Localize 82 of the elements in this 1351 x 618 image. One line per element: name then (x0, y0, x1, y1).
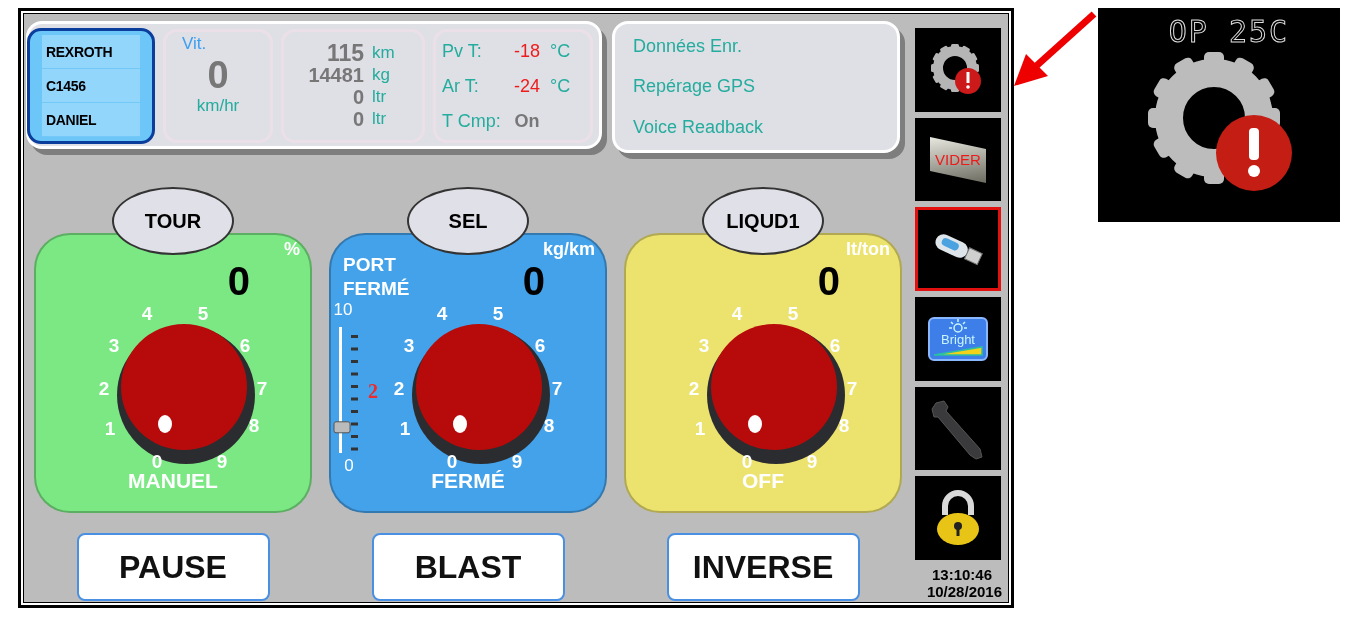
operator-field[interactable]: DANIEL (42, 103, 140, 137)
scale-number: 7 (846, 378, 858, 399)
scale-number: 7 (256, 378, 268, 399)
mode-label: FERMÉ (431, 469, 505, 493)
unit-label: kg/km (542, 239, 595, 260)
side-button[interactable] (915, 28, 1001, 112)
unit-label: lt/ton (846, 239, 890, 260)
dial-value: 0 (522, 260, 545, 302)
dial-title: TOUR (112, 187, 234, 255)
mode-label: MANUEL (128, 469, 218, 493)
action-button[interactable]: BLAST (371, 533, 565, 601)
total-value: 0 (351, 86, 364, 108)
scale-number: 3 (698, 335, 710, 356)
dial-value: 0 (227, 260, 250, 302)
dial-value: 0 (817, 260, 840, 302)
total-value: 14481 (307, 64, 364, 86)
action-button[interactable]: PAUSE (76, 533, 270, 601)
scale-number: 5 (787, 303, 799, 324)
scale-number: 5 (492, 303, 504, 324)
temperature-value: On (513, 110, 541, 132)
scale-number: 0 (741, 451, 753, 472)
inset-caption: OP 25C (1168, 16, 1290, 48)
brightness-icon: Bright (928, 316, 988, 361)
scale-number: 6 (829, 335, 841, 356)
side-button[interactable] (915, 386, 1001, 471)
temperature-unit: °C (550, 40, 572, 62)
scale-number: 8 (838, 415, 850, 436)
temperature-value: -18 (513, 40, 541, 62)
total-unit: ltr (372, 86, 388, 108)
total-unit: ltr (372, 108, 388, 130)
scale-number: 1 (399, 418, 411, 439)
scale-number: 2 (688, 378, 700, 399)
scale-number: 7 (551, 378, 563, 399)
temperature-unit: °C (550, 75, 572, 97)
scale-number: 2 (393, 378, 405, 399)
scale-number: 9 (806, 451, 818, 472)
scale-number: 1 (694, 418, 706, 439)
scale-number: 6 (534, 335, 546, 356)
side-button[interactable] (915, 476, 1001, 561)
scale-number: 4 (731, 303, 743, 324)
scale-number: 0 (151, 451, 163, 472)
scale-number: 4 (141, 303, 153, 324)
vertical-slider[interactable] (333, 327, 358, 453)
scale-number: 8 (543, 415, 555, 436)
temperature-label: T Cmp: (442, 110, 502, 132)
slider-thumb[interactable] (333, 421, 351, 434)
scale-number: 2 (98, 378, 110, 399)
total-value: 115 (325, 42, 364, 64)
temperature-label: Pv T: (442, 40, 483, 62)
unit-label: % (284, 239, 300, 260)
status-text: PORT FERMÉ (342, 253, 411, 301)
speed-unit: km/hr (196, 96, 240, 116)
dial-title: SEL (407, 187, 529, 255)
padlock-icon (934, 489, 982, 548)
scale-number: 9 (511, 451, 523, 472)
slider-marker: 2 (368, 380, 378, 402)
scale-number: 8 (248, 415, 260, 436)
speed-label: Vit. (182, 34, 207, 54)
scale-number: 3 (108, 335, 120, 356)
scale-number: 3 (403, 335, 415, 356)
scale-number: 4 (436, 303, 448, 324)
action-button[interactable]: INVERSE (666, 533, 860, 601)
scale-number: 9 (216, 451, 228, 472)
operator-field[interactable]: C1456 (42, 69, 140, 103)
scale-number: 0 (446, 451, 458, 472)
operator-field[interactable]: REXROTH (42, 35, 140, 69)
speed-value: 0 (207, 54, 229, 96)
total-unit: km (372, 42, 396, 64)
scale-number: 5 (197, 303, 209, 324)
clock-time: 13:10:46 (931, 566, 992, 584)
total-value: 0 (351, 108, 364, 130)
slider-min-label: 0 (344, 456, 354, 475)
slider-max-label: 10 (333, 300, 353, 319)
mode-label: OFF (742, 469, 784, 493)
dial-title: LIQUD1 (702, 187, 824, 255)
temperature-label: Ar T: (442, 75, 480, 97)
side-button[interactable] (915, 207, 1001, 291)
total-unit: kg (372, 64, 391, 86)
clock-date: 10/28/2016 (926, 583, 1002, 601)
temperature-value: -24 (513, 75, 541, 97)
scale-number: 6 (239, 335, 251, 356)
scale-number: 1 (104, 418, 116, 439)
